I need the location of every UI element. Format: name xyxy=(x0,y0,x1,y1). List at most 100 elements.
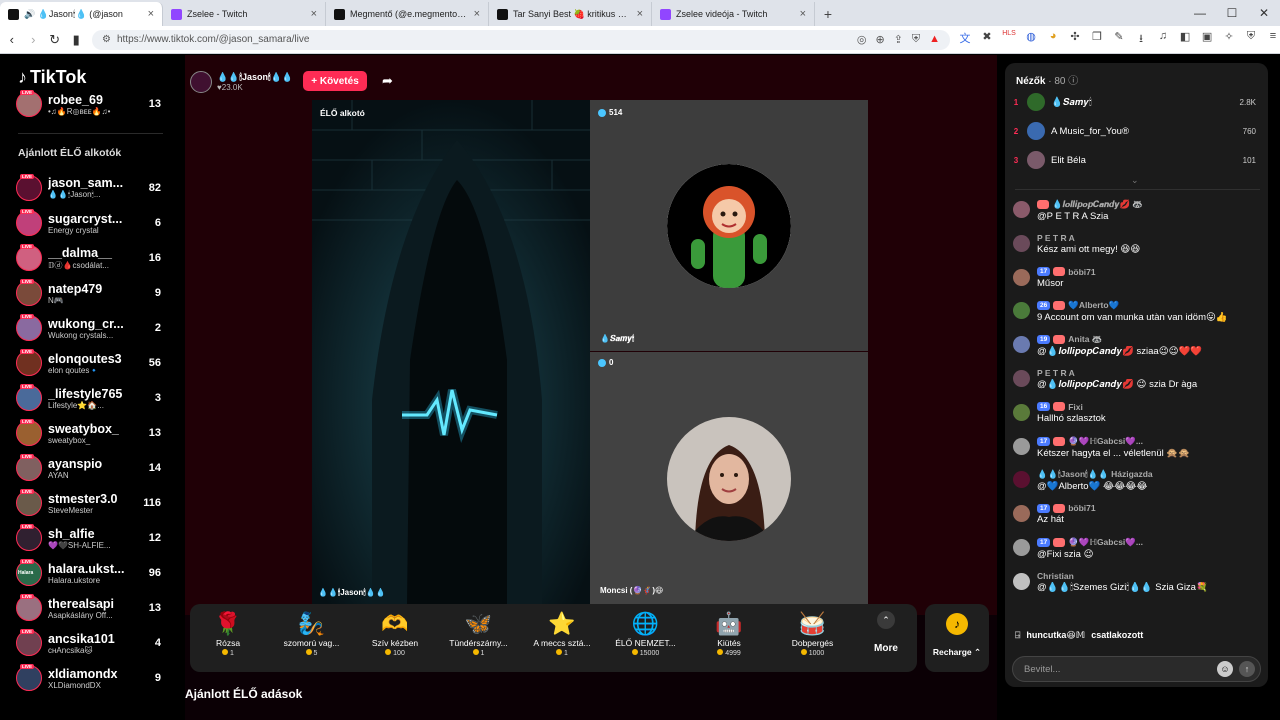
browser-tab[interactable]: Zselee videója - Twitch × xyxy=(652,2,815,26)
browser-tab[interactable]: Megmentő (@e.megmento) ÉLŐ adás × xyxy=(326,2,489,26)
leo-icon[interactable]: ✧ xyxy=(1222,30,1236,49)
host-info[interactable]: 💧💧🕯Jason🕯💧💧 ♥23.0K xyxy=(190,69,293,95)
maximize-button[interactable]: ☐ xyxy=(1216,0,1248,26)
avatar[interactable] xyxy=(1013,471,1030,489)
share-page-icon[interactable]: ⇪ xyxy=(894,33,903,46)
sidebar-creator-item[interactable]: LIVE Halara halara.ukst... Halara.ukstore … xyxy=(16,558,161,588)
message-author[interactable]: P E T R A xyxy=(1037,233,1075,243)
translate-icon[interactable]: 文 xyxy=(958,30,972,49)
tiktok-logo[interactable]: ♪ TikTok xyxy=(18,67,86,88)
puzzle-icon[interactable]: ✣ xyxy=(1068,30,1082,49)
avatar[interactable] xyxy=(1013,403,1030,421)
gift-item[interactable]: 🌹 Rózsa 1 xyxy=(188,610,268,657)
minimize-button[interactable]: — xyxy=(1184,0,1216,26)
close-window-button[interactable]: ✕ xyxy=(1248,0,1280,26)
guest-video-2[interactable]: 0 Moncsi (🔮🦸)😆 xyxy=(590,352,868,604)
main-video[interactable]: ÉLŐ alkotó 💧💧🕯Jason🕯💧💧 xyxy=(312,100,590,604)
url-input[interactable]: ⚙ https://www.tiktok.com/@jason_samara/l… xyxy=(92,29,951,50)
avatar[interactable] xyxy=(1013,302,1030,320)
extension-color-icon[interactable]: ◕ xyxy=(1046,30,1060,49)
audio-icon[interactable]: ◎ xyxy=(857,33,867,46)
extension-badge-icon[interactable]: ◍ xyxy=(1024,30,1038,49)
bookmark-icon[interactable]: ▮ xyxy=(67,32,87,48)
forward-icon[interactable]: › xyxy=(24,32,44,47)
avatar[interactable] xyxy=(1013,234,1030,252)
viewers-header[interactable]: Nézők · 80 ⓘ xyxy=(1016,72,1078,87)
download-icon[interactable]: ⭳ xyxy=(1134,30,1148,49)
sidebar-creator-item[interactable]: LIVE elonqoutes3 elon qoutes🔹 56 xyxy=(16,348,161,378)
message-author[interactable]: 💧💧🕯Jason🕯💧💧 Házigazda xyxy=(1037,469,1153,480)
gift-item[interactable]: 🫶 Szív kézben 100 xyxy=(355,610,435,657)
current-user[interactable]: LIVE robee_69 •♫🔥R◎ʙᴇᴇ🔥♫• 13 xyxy=(16,89,161,119)
message-author[interactable]: Christian xyxy=(1037,571,1074,581)
sidebar-toggle-icon[interactable]: ◧ xyxy=(1178,30,1192,49)
avatar[interactable] xyxy=(1013,370,1030,387)
avatar[interactable] xyxy=(1013,539,1030,556)
send-icon[interactable]: ↑ xyxy=(1239,661,1255,677)
hls-icon[interactable]: HLS xyxy=(1002,30,1016,49)
emoji-icon[interactable]: ☺ xyxy=(1217,661,1233,677)
sidebar-creator-item[interactable]: LIVE ayanspio AYAN 14 xyxy=(16,453,161,483)
close-tab-icon[interactable]: × xyxy=(637,8,643,20)
brave-rewards-icon[interactable]: ▲ xyxy=(929,33,940,46)
guest-video-1[interactable]: 514 💧𝑺𝒂𝒎𝒚🕯 xyxy=(590,100,868,351)
music-icon[interactable]: ♫ xyxy=(1156,30,1170,49)
new-tab-button[interactable]: + xyxy=(815,2,841,26)
avatar[interactable] xyxy=(1013,201,1030,218)
sidebar-creator-item[interactable]: LIVE jason_sam... 💧💧🕯Jason🕯... 82 xyxy=(16,173,161,203)
host-avatar[interactable] xyxy=(190,71,212,93)
message-author[interactable]: böbi71 xyxy=(1068,503,1095,513)
avatar[interactable] xyxy=(1013,505,1030,523)
edit-icon[interactable]: ✎ xyxy=(1112,30,1126,49)
top-viewer-row[interactable]: 1 💧𝑺𝒂𝒎𝒚🕯 2.8K xyxy=(1005,91,1268,113)
browser-tab[interactable]: Tar Sanyi Best 🍓 kritikus 🐻 (@szop × xyxy=(489,2,652,26)
gift-item[interactable]: 🤖 Kiütés 4999 xyxy=(689,610,769,657)
gift-item[interactable]: 🦋 Tündérszárny... 1 xyxy=(439,610,519,657)
avatar[interactable] xyxy=(1013,437,1030,455)
message-author[interactable]: Anita 🦝 xyxy=(1068,334,1102,345)
shield-icon[interactable]: ⛨ xyxy=(912,33,920,46)
extension-x-icon[interactable]: ✖ xyxy=(980,30,994,49)
sidebar-creator-item[interactable]: LIVE stmester3.0 SteveMester 116 xyxy=(16,488,161,518)
collapse-icon[interactable]: ⌄ xyxy=(1131,175,1139,186)
browser-tab[interactable]: 🔊 💧Jason🕯💧 (@jason × xyxy=(0,2,163,26)
sidebar-creator-item[interactable]: LIVE wukong_cr... Wukong crystals... 2 xyxy=(16,313,161,343)
sidebar-creator-item[interactable]: LIVE ancsika101 ᴄʜAncsika🐱 4 xyxy=(16,628,161,658)
chat-input[interactable]: Bevitel... ☺ ↑ xyxy=(1012,656,1261,682)
share-icon[interactable]: ➦ xyxy=(382,73,393,89)
message-author[interactable]: 💙Alberto💙 xyxy=(1068,300,1119,311)
reload-icon[interactable]: ↻ xyxy=(45,32,65,48)
sidebar-creator-item[interactable]: LIVE therealsapi Asapkáslány Off... 13 xyxy=(16,593,161,623)
sidebar-creator-item[interactable]: LIVE xldiamondx XLDiamondDX 9 xyxy=(16,663,161,693)
gift-item[interactable]: ⭐ A meccs sztá... 1 xyxy=(522,610,602,657)
copy-icon[interactable]: ❐ xyxy=(1090,30,1104,49)
top-viewer-row[interactable]: 3 Elit Béla 101 xyxy=(1005,149,1268,171)
menu-icon[interactable]: ≡ xyxy=(1266,30,1280,49)
gift-item[interactable]: 🧞 szomorú vag... 5 xyxy=(272,610,352,657)
sidebar-creator-item[interactable]: LIVE natep479 N🎮 9 xyxy=(16,278,161,308)
zoom-icon[interactable]: ⊕ xyxy=(875,33,884,46)
avatar[interactable] xyxy=(1013,336,1030,354)
sidebar-creator-item[interactable]: LIVE sweatybox_ sweatybox_ 13 xyxy=(16,418,161,448)
info-icon[interactable]: ⓘ xyxy=(1068,76,1078,87)
message-author[interactable]: P E T R A xyxy=(1037,368,1075,378)
vpn-icon[interactable]: ⛨ xyxy=(1244,30,1258,49)
sidebar-creator-item[interactable]: LIVE sugarcryst... Energy crystal 6 xyxy=(16,208,161,238)
close-tab-icon[interactable]: × xyxy=(148,8,154,20)
wallet-icon[interactable]: ▣ xyxy=(1200,30,1214,49)
site-settings-icon[interactable]: ⚙ xyxy=(102,34,111,45)
message-author[interactable]: Fixi xyxy=(1068,402,1083,412)
recharge-button[interactable]: ♪ Recharge ⌃ xyxy=(925,604,989,672)
close-tab-icon[interactable]: × xyxy=(800,8,806,20)
message-author[interactable]: 🔮💜ℍGabcsi💜... xyxy=(1068,537,1143,548)
message-author[interactable]: 🔮💜ℍGabcsi💜... xyxy=(1068,436,1143,447)
avatar[interactable] xyxy=(1013,268,1030,286)
message-author[interactable]: böbi71 xyxy=(1068,267,1095,277)
close-tab-icon[interactable]: × xyxy=(474,8,480,20)
avatar[interactable] xyxy=(1013,572,1030,590)
back-icon[interactable]: ‹ xyxy=(2,32,22,47)
browser-tab[interactable]: Zselee - Twitch × xyxy=(163,2,326,26)
close-tab-icon[interactable]: × xyxy=(311,8,317,20)
top-viewer-row[interactable]: 2 A Music_for_You® 760 xyxy=(1005,120,1268,142)
message-author[interactable]: 💧𝒍𝒐𝒍𝒍𝒊𝒑𝒐𝒑𝑪𝒂𝒏𝒅𝒚💋 🦝 xyxy=(1052,199,1143,210)
